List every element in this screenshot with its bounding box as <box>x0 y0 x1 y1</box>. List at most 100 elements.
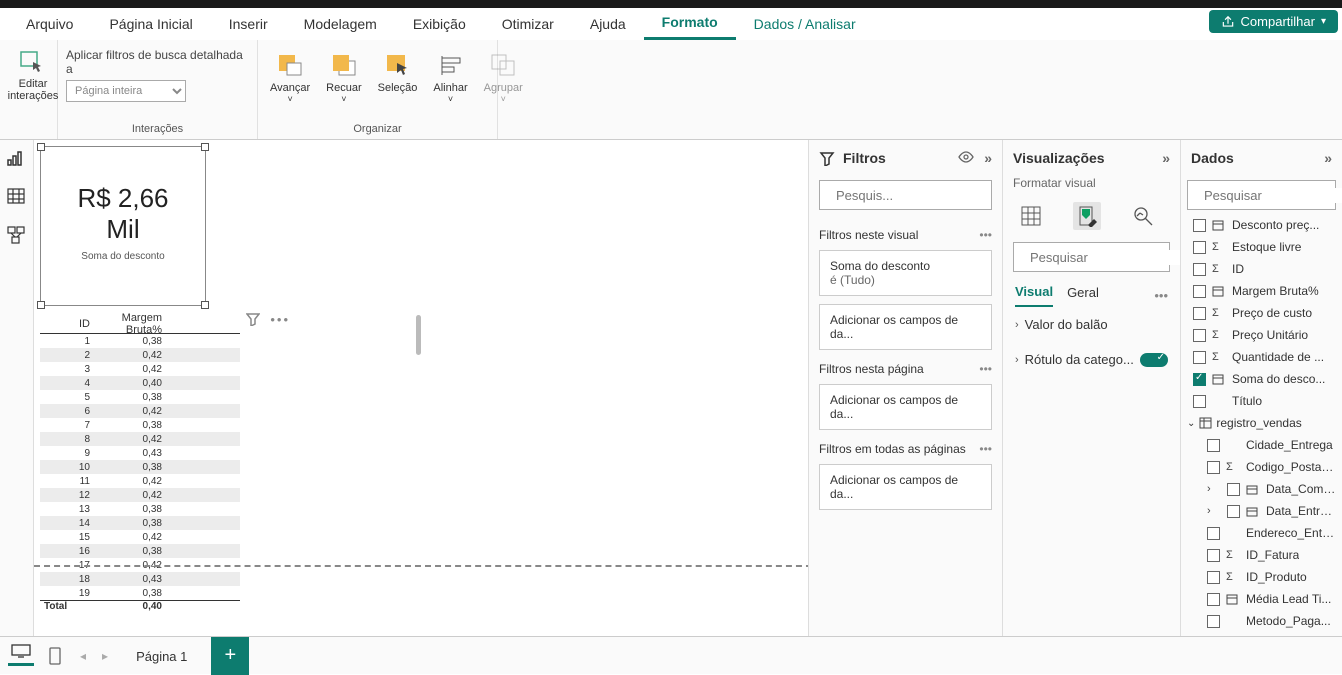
checkbox[interactable] <box>1193 307 1206 320</box>
more-icon[interactable]: ••• <box>979 228 992 242</box>
checkbox[interactable] <box>1207 439 1220 452</box>
tab-visual[interactable]: Visual <box>1015 284 1053 307</box>
more-icon[interactable]: ••• <box>979 362 992 376</box>
checkbox[interactable] <box>1227 505 1240 518</box>
table-row[interactable]: 160,38 <box>40 544 240 558</box>
report-view-icon[interactable] <box>7 150 27 168</box>
table-registro-vendas[interactable]: ⌄ registro_vendas <box>1181 412 1342 434</box>
model-view-icon[interactable] <box>7 226 27 244</box>
field-preounitrio[interactable]: ΣPreço Unitário <box>1181 324 1342 346</box>
menu-tab-modelagem[interactable]: Modelagem <box>286 8 395 40</box>
align-button[interactable]: Alinhar˅ <box>429 48 471 106</box>
menu-tab-ajuda[interactable]: Ajuda <box>572 8 644 40</box>
checkbox[interactable] <box>1227 483 1240 496</box>
table-row[interactable]: 130,38 <box>40 502 240 516</box>
table-row[interactable]: 100,38 <box>40 460 240 474</box>
filters-search-input[interactable] <box>836 188 1012 203</box>
more-icon[interactable]: ••• <box>270 312 290 327</box>
prev-page-icon[interactable]: ◂ <box>76 649 90 663</box>
table-row[interactable]: 110,42 <box>40 474 240 488</box>
selection-button[interactable]: Seleção <box>374 48 422 96</box>
send-backward-button[interactable]: Recuar˅ <box>322 48 365 106</box>
filter-card[interactable]: Soma do desconto é (Tudo) <box>819 250 992 296</box>
checkbox[interactable] <box>1207 615 1220 628</box>
menu-tab-exibio[interactable]: Exibição <box>395 8 484 40</box>
tab-geral[interactable]: Geral <box>1067 285 1099 306</box>
field-dataentrega[interactable]: ›Data_Entrega <box>1181 500 1342 522</box>
field-estoquelivre[interactable]: ΣEstoque livre <box>1181 236 1342 258</box>
share-button[interactable]: Compartilhar ▾ <box>1209 10 1338 33</box>
more-icon[interactable]: ••• <box>979 442 992 456</box>
filters-search[interactable] <box>819 180 992 210</box>
checkbox[interactable] <box>1193 395 1206 408</box>
desktop-layout-icon[interactable] <box>8 646 34 666</box>
drilldown-select[interactable]: Página inteira <box>66 80 186 102</box>
menu-tab-otimizar[interactable]: Otimizar <box>484 8 572 40</box>
field-mdialeadti[interactable]: Média Lead Ti... <box>1181 588 1342 610</box>
build-visual-icon[interactable] <box>1017 202 1045 230</box>
menu-tab-formato[interactable]: Formato <box>644 8 736 40</box>
collapse-icon[interactable]: » <box>1324 150 1332 166</box>
group-button[interactable]: Agrupar˅ <box>480 48 527 106</box>
checkbox[interactable] <box>1193 329 1206 342</box>
checkbox[interactable] <box>1207 549 1220 562</box>
menu-tab-dadosanalisar[interactable]: Dados / Analisar <box>736 8 874 40</box>
table-row[interactable]: 180,43 <box>40 572 240 586</box>
prop-category-label[interactable]: ›Rótulo da catego... <box>1003 342 1180 377</box>
eye-icon[interactable] <box>958 150 974 164</box>
table-row[interactable]: 90,43 <box>40 446 240 460</box>
page-tab-1[interactable]: Página 1 <box>120 637 203 675</box>
table-row[interactable]: 30,42 <box>40 362 240 376</box>
table-visual[interactable]: ••• ID Margem Bruta% 10,3820,4230,4240,4… <box>40 314 240 616</box>
edit-interactions-button[interactable]: Editar interações <box>8 44 58 104</box>
field-margembruta[interactable]: Margem Bruta% <box>1181 280 1342 302</box>
table-row[interactable]: 50,38 <box>40 390 240 404</box>
field-somadodesco[interactable]: Soma do desco... <box>1181 368 1342 390</box>
more-icon[interactable]: ••• <box>1154 288 1168 303</box>
field-idfatura[interactable]: ΣID_Fatura <box>1181 544 1342 566</box>
table-row[interactable]: 140,38 <box>40 516 240 530</box>
checkbox[interactable] <box>1207 571 1220 584</box>
field-metodopaga[interactable]: Metodo_Paga... <box>1181 610 1342 632</box>
report-canvas[interactable]: R$ 2,66 Mil Soma do desconto ••• ID Marg… <box>34 140 808 636</box>
table-row[interactable]: 150,42 <box>40 530 240 544</box>
menu-tab-inserir[interactable]: Inserir <box>211 8 286 40</box>
field-idproduto[interactable]: ΣID_Produto <box>1181 566 1342 588</box>
field-quantidadede[interactable]: ΣQuantidade de ... <box>1181 346 1342 368</box>
checkbox[interactable] <box>1193 351 1206 364</box>
field-datacompra[interactable]: ›Data_Compra <box>1181 478 1342 500</box>
add-page-button[interactable]: + <box>211 637 249 675</box>
scrollbar-thumb[interactable] <box>416 315 421 355</box>
checkbox[interactable] <box>1193 285 1206 298</box>
add-fields-drop[interactable]: Adicionar os campos de da... <box>819 464 992 510</box>
checkbox[interactable] <box>1193 373 1206 386</box>
mobile-layout-icon[interactable] <box>42 646 68 666</box>
table-row[interactable]: 80,42 <box>40 432 240 446</box>
field-id[interactable]: ΣID <box>1181 258 1342 280</box>
data-search[interactable] <box>1187 180 1336 210</box>
format-visual-icon[interactable] <box>1073 202 1101 230</box>
bring-forward-button[interactable]: Avançar˅ <box>266 48 314 106</box>
add-fields-drop[interactable]: Adicionar os campos de da... <box>819 384 992 430</box>
table-row[interactable]: 40,40 <box>40 376 240 390</box>
field-descontopre[interactable]: Desconto preç... <box>1181 214 1342 236</box>
viz-search[interactable] <box>1013 242 1170 272</box>
add-fields-drop[interactable]: Adicionar os campos de da... <box>819 304 992 350</box>
table-row[interactable]: 120,42 <box>40 488 240 502</box>
collapse-icon[interactable]: » <box>1162 150 1170 166</box>
prop-callout-value[interactable]: ›Valor do balão <box>1003 307 1180 342</box>
menu-tab-pginainicial[interactable]: Página Inicial <box>91 8 210 40</box>
collapse-icon[interactable]: » <box>984 150 992 166</box>
field-cidadeentrega[interactable]: Cidade_Entrega <box>1181 434 1342 456</box>
table-row[interactable]: 10,38 <box>40 334 240 348</box>
field-codigopostal[interactable]: ΣCodigo_Postal_... <box>1181 456 1342 478</box>
table-row[interactable]: 20,42 <box>40 348 240 362</box>
next-page-icon[interactable]: ▸ <box>98 649 112 663</box>
table-row[interactable]: 190,38 <box>40 586 240 600</box>
checkbox[interactable] <box>1207 593 1220 606</box>
checkbox[interactable] <box>1193 241 1206 254</box>
field-enderecoentre[interactable]: Endereco_Entre... <box>1181 522 1342 544</box>
checkbox[interactable] <box>1207 461 1220 474</box>
table-row[interactable]: 60,42 <box>40 404 240 418</box>
table-row[interactable]: 70,38 <box>40 418 240 432</box>
